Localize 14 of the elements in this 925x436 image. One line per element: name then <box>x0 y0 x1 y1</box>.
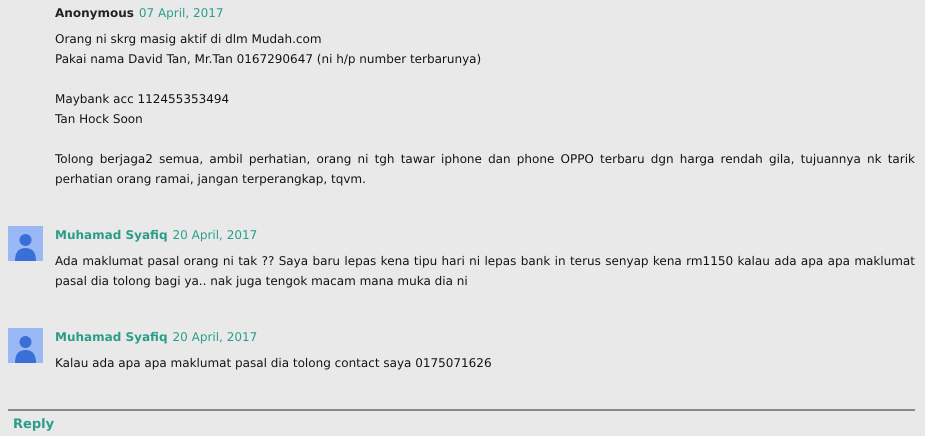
reply-link[interactable]: Reply <box>13 417 54 432</box>
comment-text: Kalau ada apa apa maklumat pasal dia tolong contact saya 0175071626 <box>55 355 493 372</box>
comment-text: Tolong berjaga2 semua, ambil perhatian, orang ni tgh tawar iphone dan phone OPPO terbaru dgn harga rendah gila, tujuannya nk tarik perhatian orang ramai, jangan terperangkap, tqvm. <box>55 151 915 188</box>
comment-author: Anonymous <box>55 5 134 22</box>
avatar-icon <box>8 328 43 363</box>
comment-author[interactable]: Muhamad Syafiq <box>55 327 168 347</box>
comment-text: Orang ni skrg masig aktif di dlm Mudah.com Pakai nama David Tan, Mr.Tan 0167290647 (ni h/p number terbarunya) <box>55 31 482 68</box>
comment-date[interactable]: 20 April, 2017 <box>172 327 258 347</box>
comment-date[interactable]: 20 April, 2017 <box>172 225 258 245</box>
avatar-icon <box>8 226 43 261</box>
comment-author[interactable]: Muhamad Syafiq <box>55 225 168 245</box>
comment-text: Ada maklumat pasal orang ni tak ?? Saya baru lepas kena tipu hari ni lepas bank in terus senyap kena rm1150 kalau ada apa apa maklumat pasal dia tolong bagi ya.. nak juga tengok macam mana muka dia ni <box>55 253 915 290</box>
comment-text: Maybank acc 112455353494 Tan Hock Soon <box>55 91 230 128</box>
comment-date[interactable]: 07 April, 2017 <box>138 3 224 23</box>
